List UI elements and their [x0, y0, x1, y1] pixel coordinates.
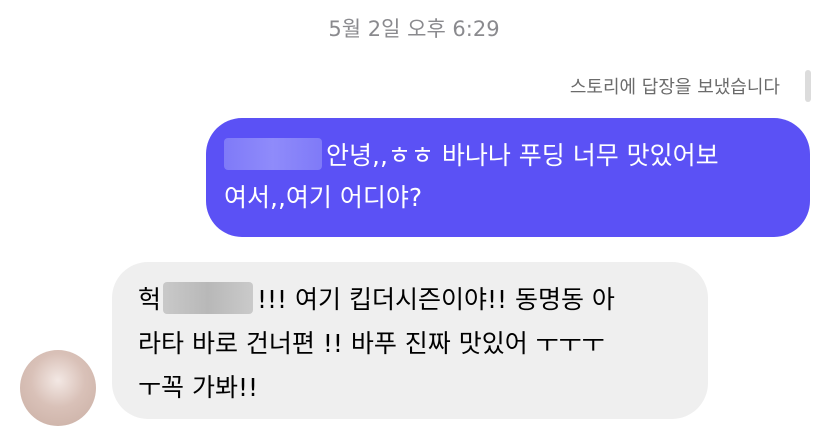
sent-message-line-2: 여서,,여기 어디야?	[224, 183, 423, 212]
message-timestamp: 5월 2일 오후 6:29	[328, 17, 500, 41]
received-message-line-1: 헉!!! 여기 킵더시즌이야!! 동명동 아	[138, 278, 688, 322]
sent-message-bubble[interactable]: 안녕,,ㅎㅎ 바나나 푸딩 너무 맛있어보 여서,,여기 어디야?	[206, 118, 810, 237]
story-reply-label: 스토리에 답장을 보냈습니다	[569, 77, 780, 98]
blurred-name-redaction	[224, 138, 322, 170]
received-message-line-3: ㅜ꼭 가봐!!	[138, 373, 258, 402]
sent-message-line-1: 안녕,,ㅎㅎ 바나나 푸딩 너무 맛있어보	[224, 135, 790, 177]
story-reply-indicator[interactable]	[805, 70, 811, 102]
received-message-line-2: 라타 바로 건너편 !! 바푸 진짜 맛있어 ㅜㅜㅜ	[138, 329, 605, 358]
blurred-name-redaction	[163, 282, 254, 314]
received-message-bubble[interactable]: 헉!!! 여기 킵더시즌이야!! 동명동 아 라타 바로 건너편 !! 바푸 진…	[112, 262, 708, 419]
contact-avatar[interactable]	[20, 350, 96, 426]
